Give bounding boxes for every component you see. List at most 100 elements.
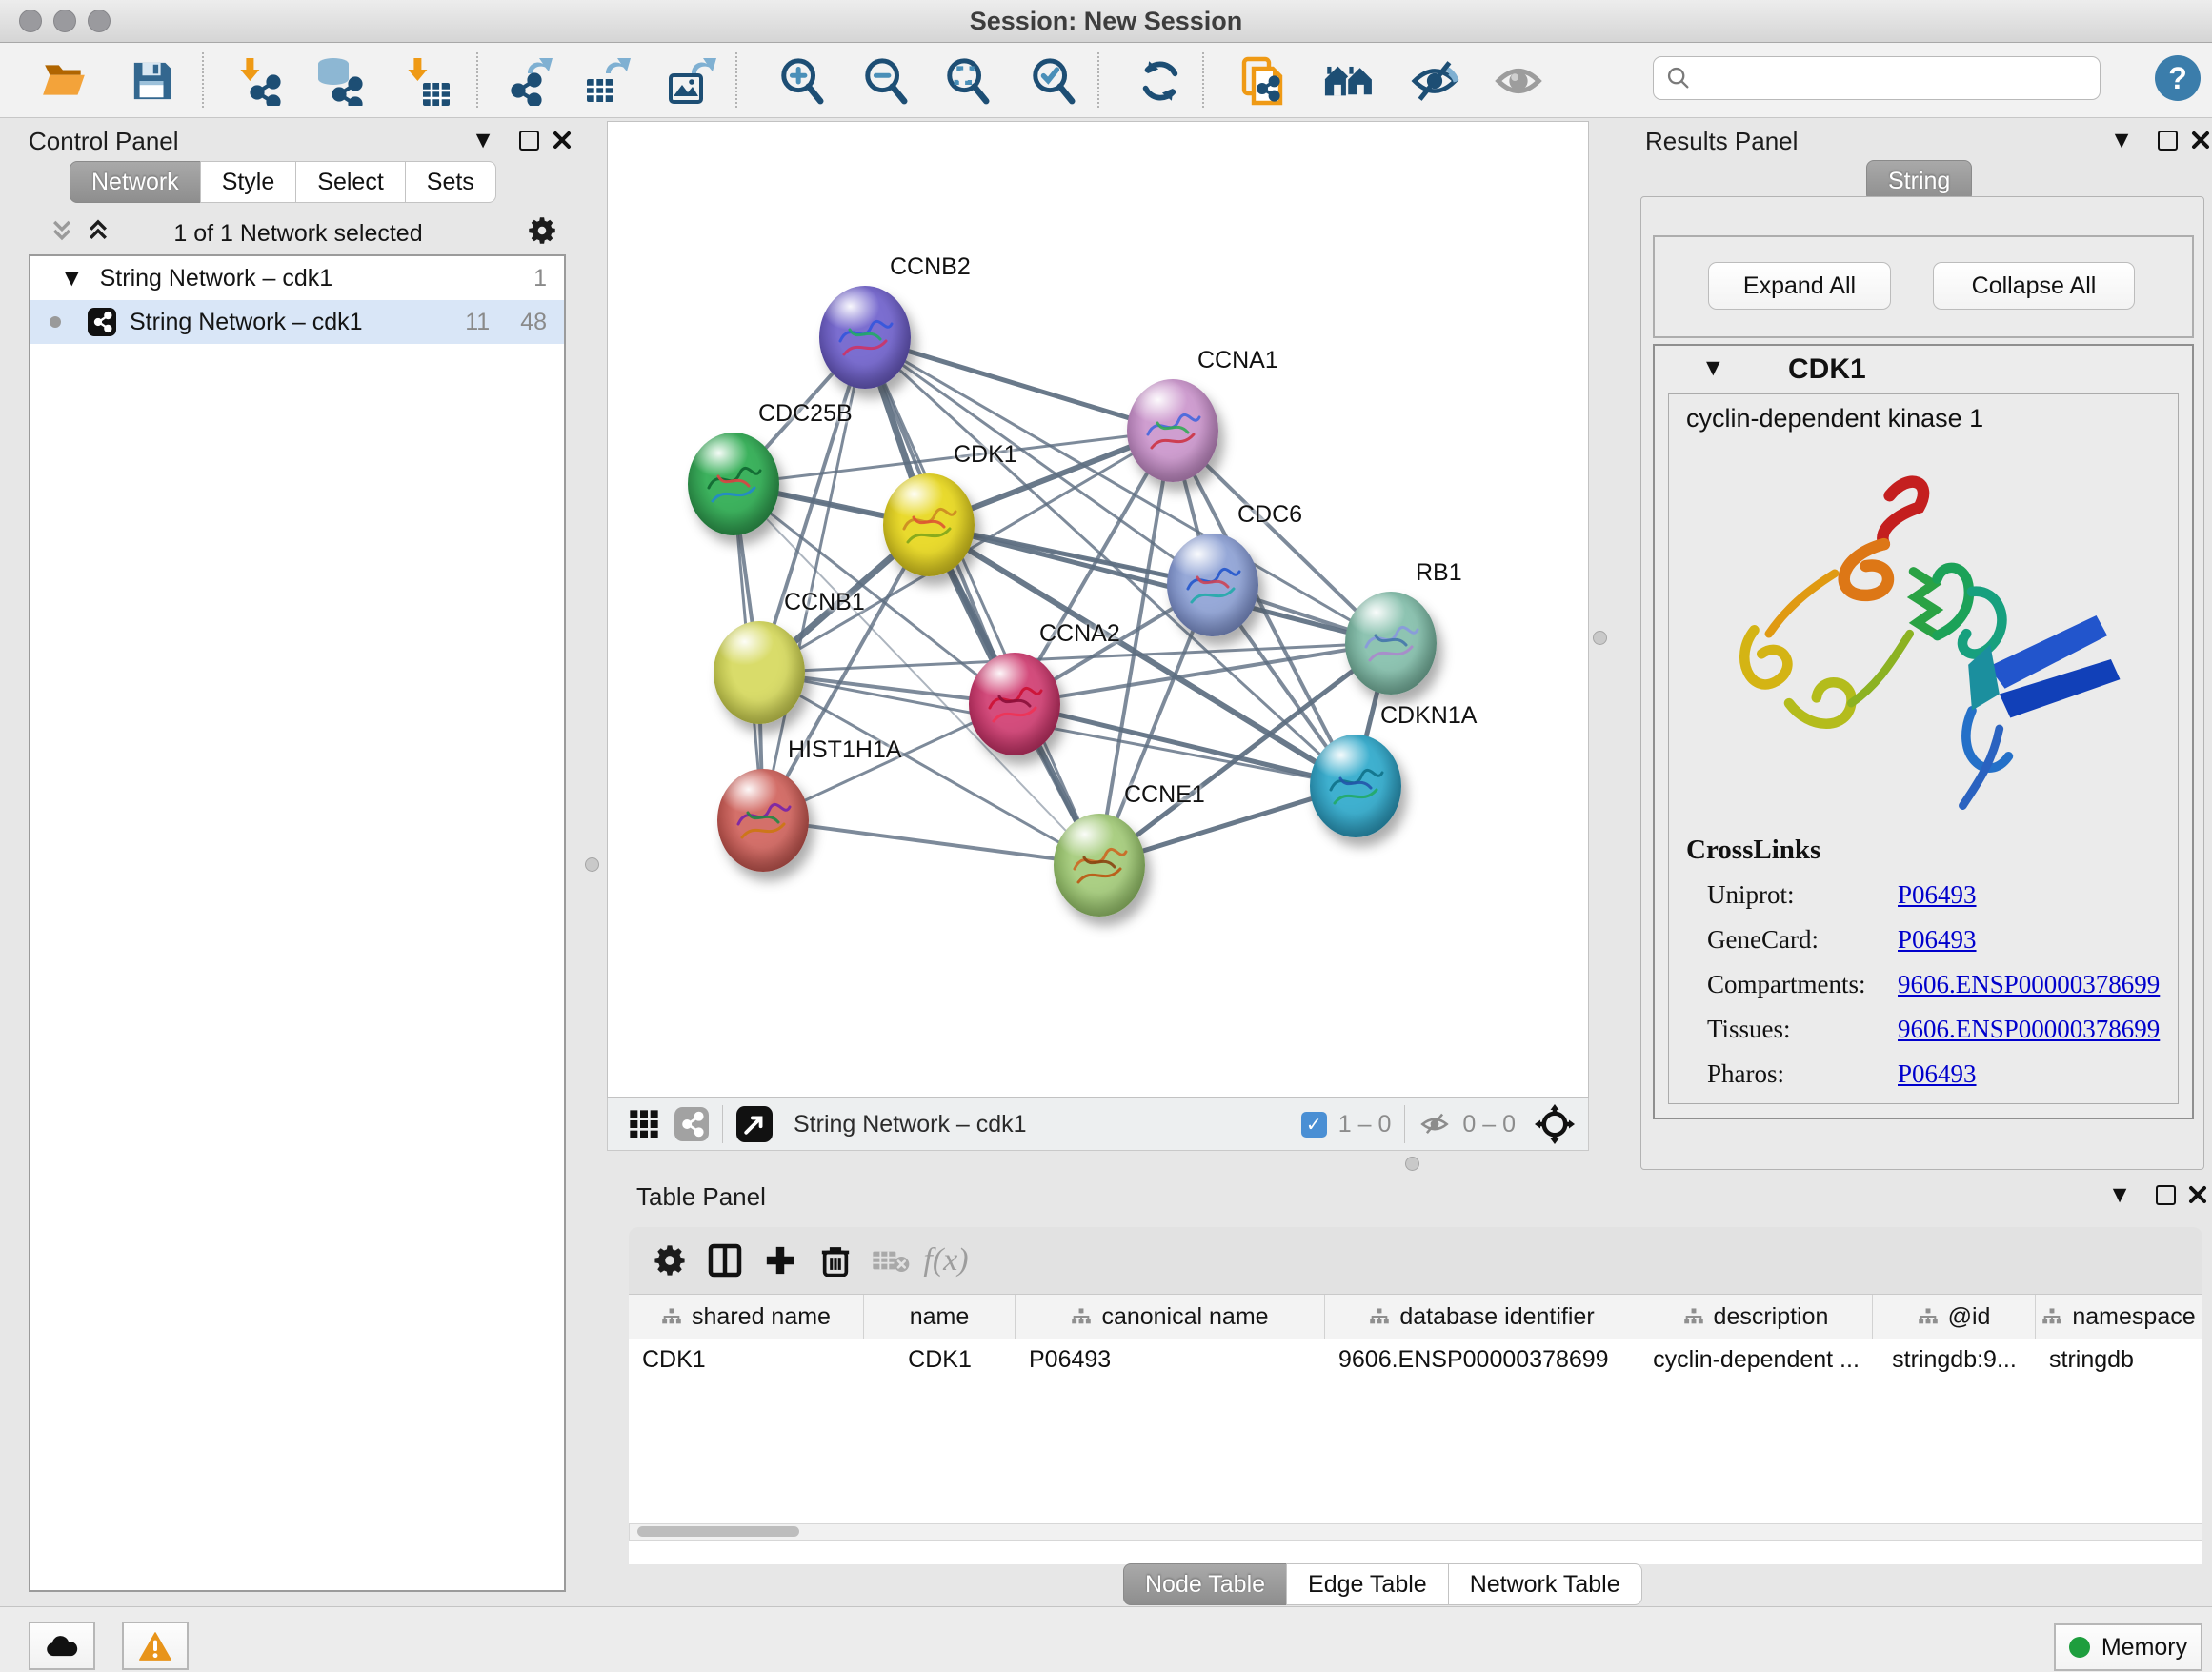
- clone-network-button[interactable]: [1237, 54, 1290, 108]
- import-table-button[interactable]: [400, 54, 453, 108]
- birdseye-button[interactable]: [1535, 1104, 1575, 1144]
- tab-node-table[interactable]: Node Table: [1123, 1563, 1287, 1605]
- control-panel-close-button[interactable]: [548, 126, 576, 154]
- warnings-button[interactable]: [122, 1622, 189, 1670]
- network-collection-row[interactable]: ▼ String Network – cdk1 1: [30, 256, 564, 300]
- network-node-CDK1[interactable]: [883, 473, 975, 576]
- table-cell[interactable]: cyclin-dependent ...: [1639, 1339, 1873, 1380]
- tab-edge-table[interactable]: Edge Table: [1286, 1563, 1449, 1605]
- network-edge-CCNB2-CCNE1[interactable]: [864, 338, 1098, 865]
- column-header-shared-name[interactable]: shared name: [629, 1295, 864, 1339]
- network-edge-CDK1-RB1[interactable]: [928, 525, 1389, 643]
- export-network-button[interactable]: [501, 54, 554, 108]
- status-bar: Memory: [0, 1606, 2212, 1672]
- network-node-CDKN1A[interactable]: [1310, 735, 1401, 837]
- column-header-@id[interactable]: @id: [1873, 1295, 2036, 1339]
- network-node-CDC25B[interactable]: [688, 433, 779, 535]
- table-cell[interactable]: stringdb:9...: [1873, 1339, 2036, 1380]
- network-view-toolbar: String Network – cdk1 ✓ 1 – 0 0 – 0: [607, 1098, 1589, 1151]
- network-node-HIST1H1A[interactable]: [717, 769, 809, 872]
- hide-glass-button[interactable]: [1408, 54, 1461, 108]
- crosslink-link[interactable]: 9606.ENSP00000378699: [1898, 970, 2160, 999]
- tab-select[interactable]: Select: [295, 161, 405, 203]
- column-header-database-identifier[interactable]: database identifier: [1325, 1295, 1639, 1339]
- function-builder-button[interactable]: f(x): [918, 1237, 974, 1284]
- network-node-CCNE1[interactable]: [1054, 814, 1145, 917]
- help-button[interactable]: ?: [2155, 55, 2201, 101]
- scrollbar-thumb[interactable]: [637, 1526, 799, 1537]
- collapse-all-button[interactable]: Collapse All: [1933, 262, 2135, 310]
- table-row[interactable]: CDK1CDK1P064939606.ENSP00000378699cyclin…: [629, 1339, 2202, 1380]
- table-cell[interactable]: CDK1: [629, 1339, 864, 1380]
- tab-sets[interactable]: Sets: [405, 161, 496, 203]
- section-collapse-icon[interactable]: ▼: [1706, 357, 1720, 378]
- string-home-button[interactable]: [1322, 54, 1376, 108]
- add-column-button[interactable]: [753, 1237, 808, 1284]
- network-node-CCNA1[interactable]: [1127, 379, 1218, 482]
- control-panel-float-button[interactable]: [514, 126, 543, 154]
- table-cell[interactable]: 9606.ENSP00000378699: [1325, 1339, 1639, 1380]
- table-options-button[interactable]: [642, 1237, 697, 1284]
- selected-checkbox[interactable]: ✓: [1301, 1112, 1327, 1138]
- grid-view-button[interactable]: [629, 1109, 659, 1139]
- cloud-status-button[interactable]: [29, 1622, 95, 1670]
- network-options-button[interactable]: [528, 216, 556, 250]
- table-cell[interactable]: CDK1: [864, 1339, 1016, 1380]
- network-row-selected[interactable]: String Network – cdk1 11 48: [30, 300, 564, 344]
- import-network-file-button[interactable]: [232, 54, 286, 108]
- column-header-description[interactable]: description: [1639, 1295, 1873, 1339]
- network-node-RB1[interactable]: [1345, 592, 1437, 695]
- crosslink-link[interactable]: P06493: [1898, 880, 1977, 910]
- refresh-view-button[interactable]: [1134, 54, 1187, 108]
- table-panel-menu-button[interactable]: ▼: [2105, 1180, 2134, 1209]
- tree-expand-icon[interactable]: ▼: [65, 268, 79, 289]
- right-splitter-handle[interactable]: [1593, 631, 1607, 645]
- zoom-fit-button[interactable]: [941, 54, 995, 108]
- open-session-button[interactable]: [38, 54, 91, 108]
- tab-network[interactable]: Network: [70, 161, 201, 203]
- tab-style[interactable]: Style: [200, 161, 297, 203]
- node-result-section: ▼ CDK1 cyclin-dependent kinase 1: [1653, 344, 2194, 1119]
- results-panel-close-button[interactable]: [2186, 126, 2212, 154]
- save-session-button[interactable]: [126, 54, 179, 108]
- control-panel-menu-button[interactable]: ▼: [469, 126, 497, 154]
- zoom-in-button[interactable]: [775, 54, 829, 108]
- delete-table-button[interactable]: [863, 1237, 918, 1284]
- table-horizontal-scrollbar[interactable]: [629, 1523, 2202, 1541]
- export-image-button[interactable]: [665, 54, 718, 108]
- left-splitter-handle[interactable]: [585, 857, 599, 872]
- delete-column-button[interactable]: [808, 1237, 863, 1284]
- network-view-button[interactable]: [674, 1107, 709, 1141]
- network-node-CDC6[interactable]: [1167, 534, 1258, 636]
- tab-network-table[interactable]: Network Table: [1448, 1563, 1642, 1605]
- table-panel-close-button[interactable]: [2183, 1180, 2212, 1209]
- zoom-out-button[interactable]: [859, 54, 913, 108]
- expand-all-button[interactable]: Expand All: [1708, 262, 1891, 310]
- column-header-name[interactable]: name: [864, 1295, 1016, 1339]
- crosslink-link[interactable]: P06493: [1898, 1059, 1977, 1089]
- table-panel-float-button[interactable]: [2151, 1180, 2180, 1209]
- column-header-namespace[interactable]: namespace: [2036, 1295, 2202, 1339]
- results-panel-menu-button[interactable]: ▼: [2107, 126, 2136, 154]
- table-cell[interactable]: P06493: [1016, 1339, 1325, 1380]
- detach-view-button[interactable]: [736, 1106, 773, 1142]
- column-header-canonical-name[interactable]: canonical name: [1016, 1295, 1325, 1339]
- memory-button[interactable]: Memory: [2054, 1623, 2202, 1671]
- crosslink-link[interactable]: P06493: [1898, 925, 1977, 955]
- network-node-CCNB2[interactable]: [819, 286, 911, 389]
- network-node-CCNB1[interactable]: [714, 621, 805, 724]
- show-columns-button[interactable]: [697, 1237, 753, 1284]
- export-table-button[interactable]: [581, 54, 634, 108]
- node-label-CCNB1: CCNB1: [784, 589, 865, 616]
- crosslink-link[interactable]: 9606.ENSP00000378699: [1898, 1015, 2160, 1044]
- bottom-splitter-handle[interactable]: [1405, 1157, 1419, 1171]
- table-cell[interactable]: stringdb: [2036, 1339, 2202, 1380]
- search-input[interactable]: [1701, 64, 2088, 92]
- network-canvas[interactable]: CCNB2CCNA1CDC25BCDK1CDC6RB1CCNB1CCNA2CDK…: [607, 121, 1589, 1098]
- zoom-selected-button[interactable]: [1027, 54, 1080, 108]
- show-glass-button[interactable]: [1492, 54, 1545, 108]
- import-network-database-button[interactable]: [312, 54, 366, 108]
- results-panel-float-button[interactable]: [2153, 126, 2182, 154]
- network-node-CCNA2[interactable]: [969, 653, 1060, 755]
- network-edge-HIST1H1A-CCNE1[interactable]: [763, 820, 1098, 865]
